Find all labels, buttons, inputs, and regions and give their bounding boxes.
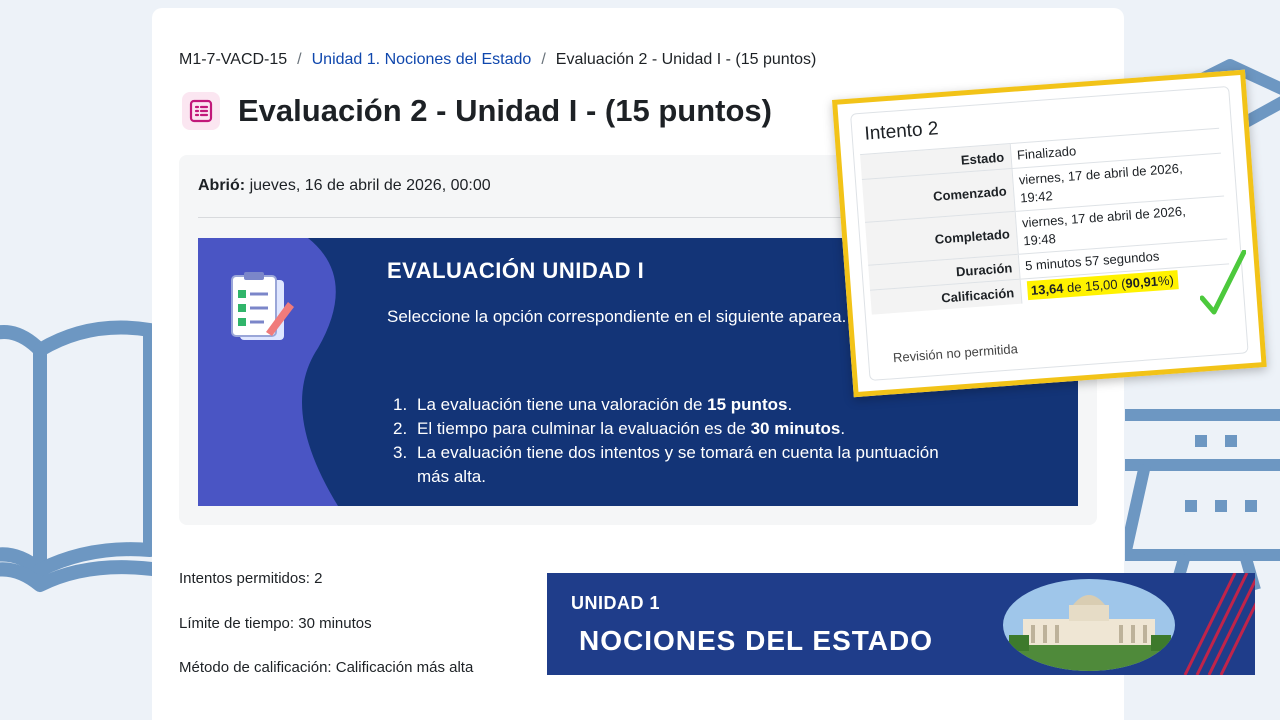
attempt-card: Intento 2 Estado Finalizado Comenzado vi… [850,85,1249,381]
laptop-icon [1125,409,1280,592]
attempt-table: Estado Finalizado Comenzado viernes, 17 … [860,128,1231,315]
review-note: Revisión no permitida [892,341,1019,366]
list-item: 3. La evaluación tiene dos intentos y se… [393,443,939,486]
national-palace-image [1003,579,1175,671]
attempt-summary-popup: Intento 2 Estado Finalizado Comenzado vi… [832,69,1267,398]
banner-stripes [1183,573,1255,675]
page-title: Evaluación 2 - Unidad I - (15 puntos) [238,93,772,128]
banner-title: EVALUACIÓN UNIDAD I [387,258,645,283]
list-item: 2. El tiempo para culminar la evaluación… [393,419,846,438]
attempt-title: Intento 2 [863,118,940,145]
clipboard-checklist-icon [231,272,294,340]
unit-label: UNIDAD 1 [571,593,661,613]
unit-name: NOCIONES DEL ESTADO [579,625,934,656]
breadcrumb-separator: / [541,51,546,68]
attempts-allowed: Intentos permitidos: 2 [179,570,323,587]
opened-value: jueves, 16 de abril de 2026, 00:00 [249,177,491,194]
unit-banner: UNIDAD 1 NOCIONES DEL ESTADO [547,573,1255,675]
banner-rules-list: 1. La evaluación tiene una valoración de… [393,393,953,489]
open-book-icon [0,320,167,592]
time-limit: Límite de tiempo: 30 minutos [179,615,372,632]
quiz-icon [182,92,220,130]
banner-intro: Seleccione la opción correspondiente en … [387,307,847,326]
breadcrumb: M1-7-VACD-15 / Unidad 1. Nociones del Es… [179,51,816,69]
breadcrumb-separator: / [297,51,302,68]
title-row: Evaluación 2 - Unidad I - (15 puntos) [182,92,772,130]
grading-method: Método de calificación: Calificación más… [179,659,474,676]
breadcrumb-unit[interactable]: Unidad 1. Nociones del Estado [312,51,532,69]
breadcrumb-course[interactable]: M1-7-VACD-15 [179,51,287,69]
breadcrumb-current[interactable]: Evaluación 2 - Unidad I - (15 puntos) [556,51,817,69]
opened-date: Abrió: jueves, 16 de abril de 2026, 00:0… [198,177,491,195]
checkmark-icon [1200,250,1246,315]
list-item: 1. La evaluación tiene una valoración de… [393,395,793,414]
opened-label: Abrió: [198,177,246,194]
